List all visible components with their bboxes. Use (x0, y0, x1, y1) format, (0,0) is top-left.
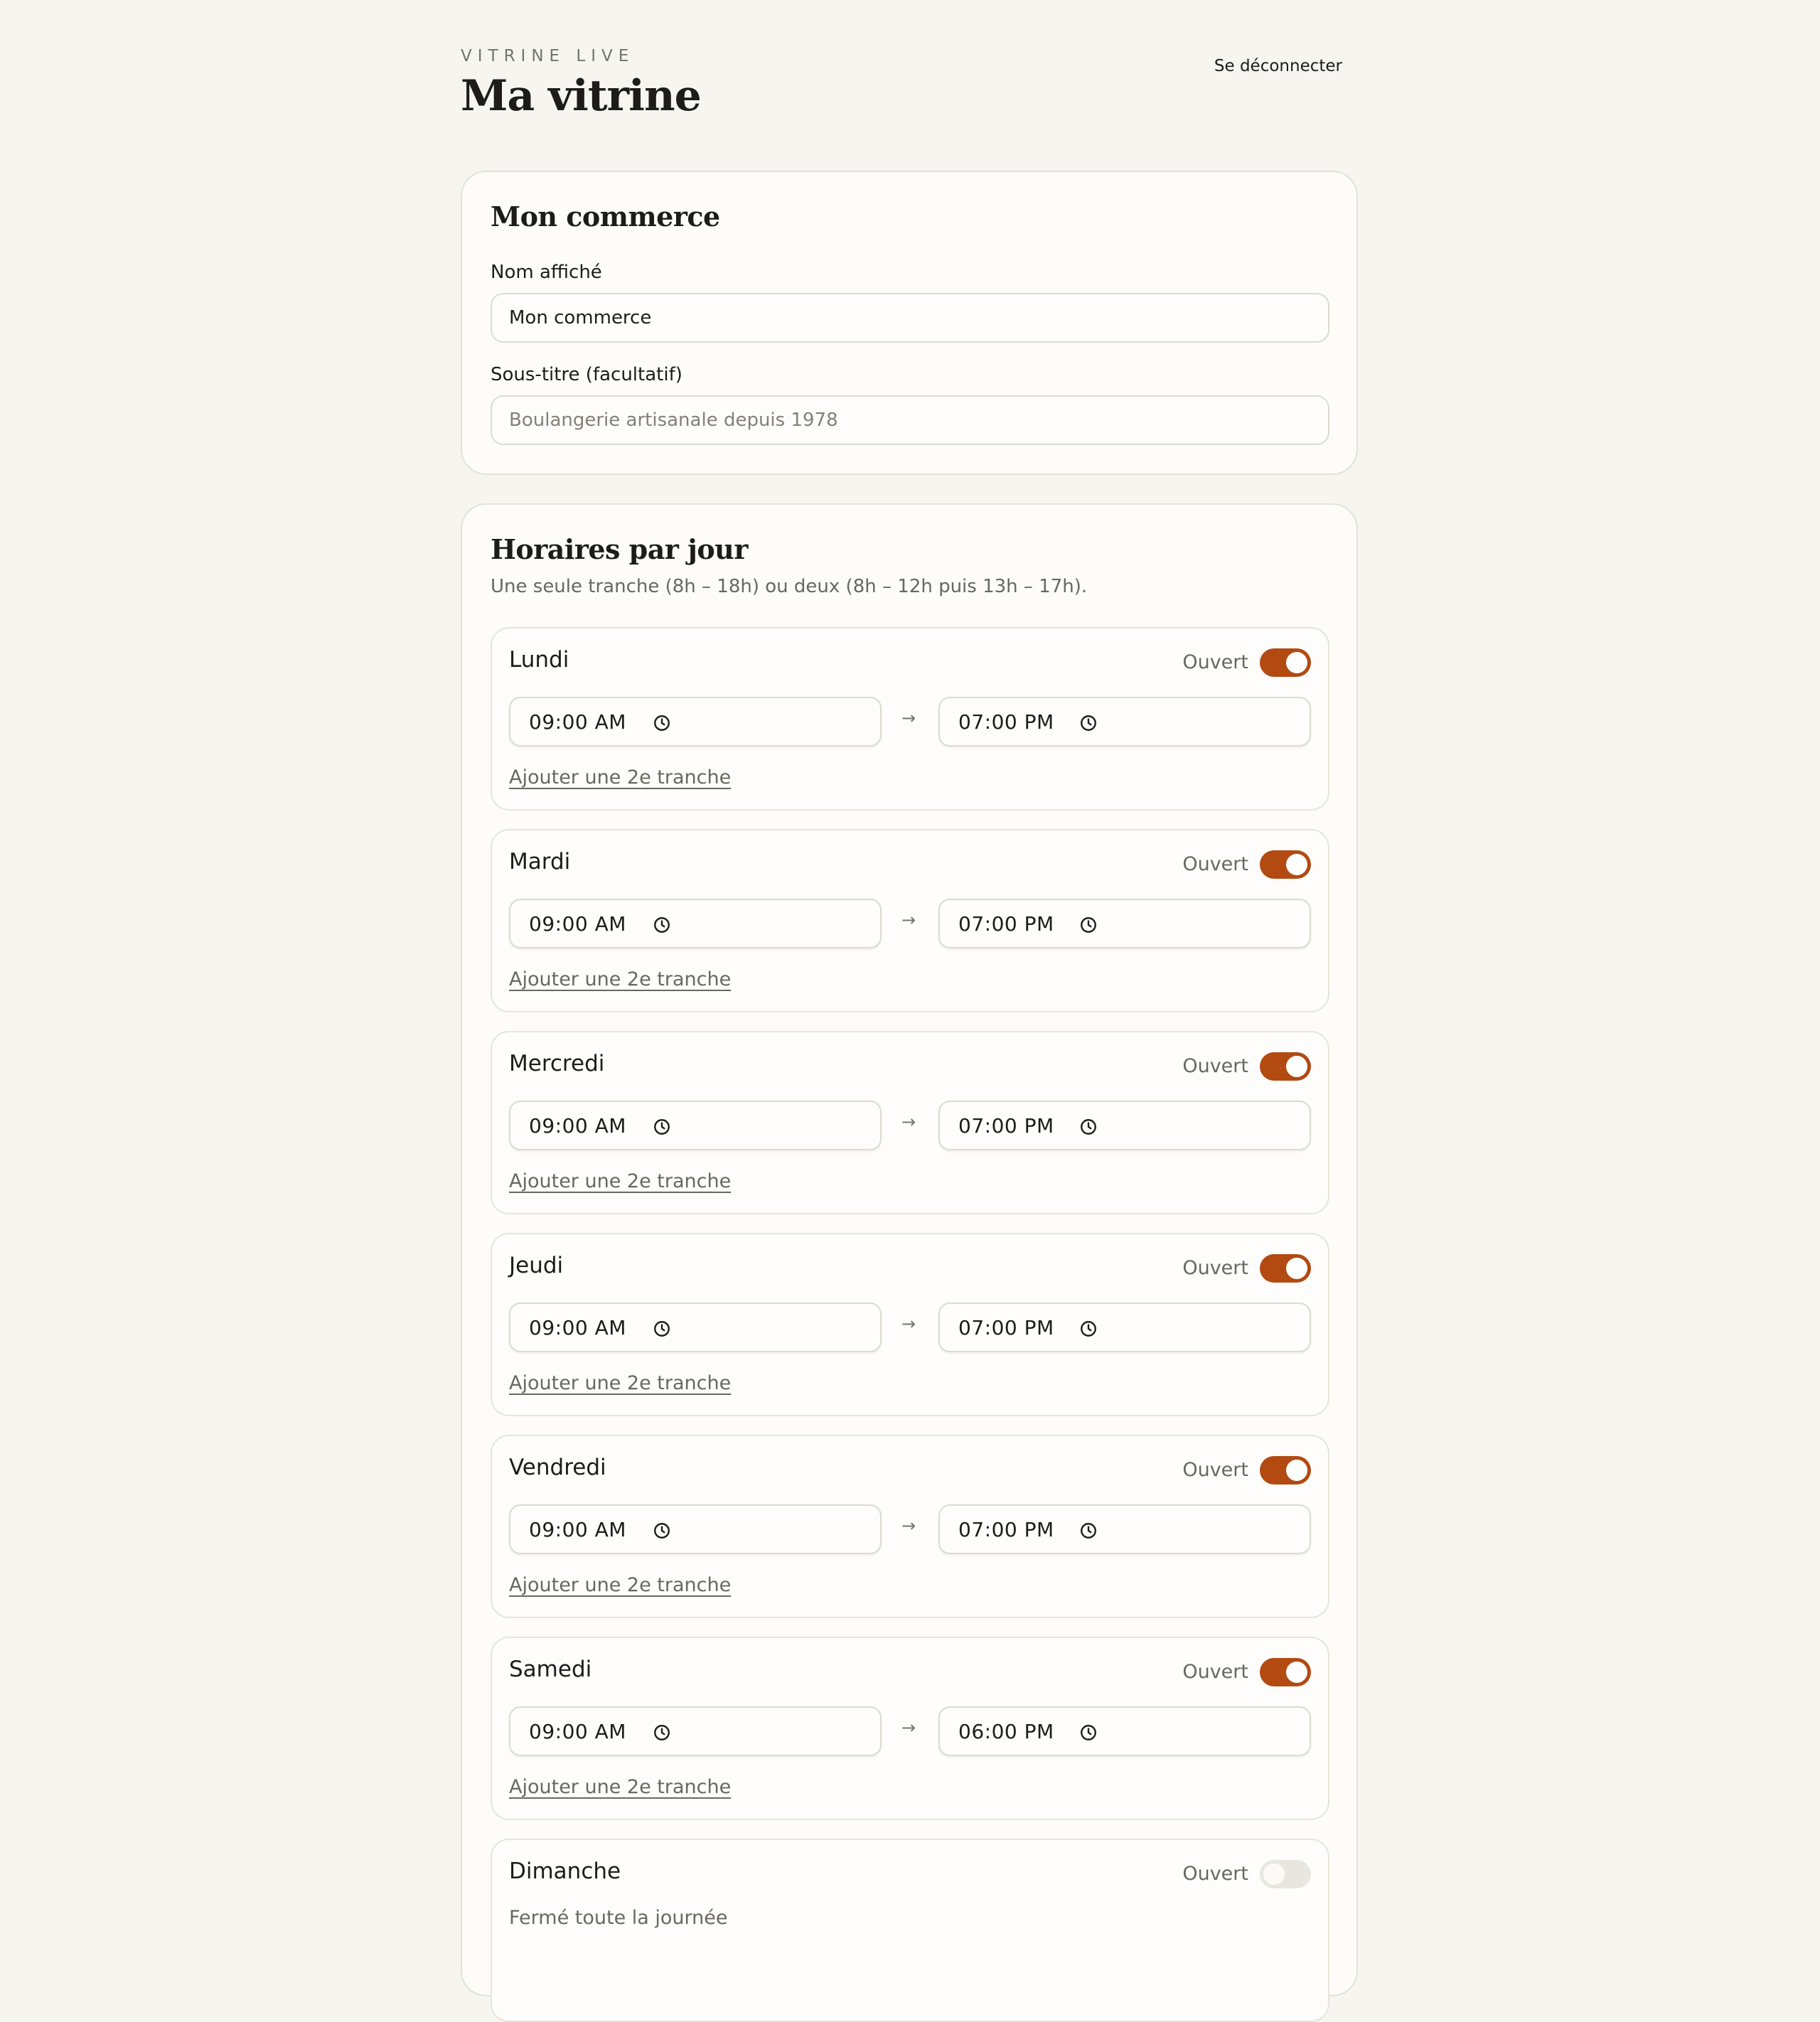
clock-icon[interactable] (653, 1521, 671, 1540)
open-label: Ouvert (1182, 1055, 1248, 1077)
hours-card-subtitle: Une seule tranche (8h – 18h) ou deux (8h… (491, 576, 1088, 597)
brand-label: VITRINE LIVE (461, 47, 635, 65)
add-second-slot-link-mardi[interactable]: Ajouter une 2e tranche (509, 968, 731, 990)
add-second-slot-link-vendredi[interactable]: Ajouter une 2e tranche (509, 1574, 731, 1596)
hours-card: Horaires par jour Une seule tranche (8h … (461, 503, 1358, 2022)
clock-icon[interactable] (653, 1320, 671, 1338)
hours-card-title: Horaires par jour (491, 533, 748, 565)
day-row-dimanche: Dimanche Ouvert Fermé toute la journée (491, 1839, 1329, 2022)
display-name-input[interactable] (491, 293, 1329, 343)
opening-time-input-vendredi[interactable]: 09:00 AM (509, 1504, 882, 1554)
day-name: Lundi (509, 647, 569, 673)
day-row-mercredi: Mercredi Ouvert 09:00 AM → 07:00 PM Ajouter u… (491, 1031, 1329, 1214)
display-name-label: Nom affiché (491, 262, 602, 283)
open-label: Ouvert (1182, 1459, 1248, 1481)
day-name: Mercredi (509, 1051, 605, 1076)
open-label: Ouvert (1182, 651, 1248, 673)
closing-time-input-mercredi[interactable]: 07:00 PM (938, 1101, 1311, 1150)
day-row-vendredi: Vendredi Ouvert 09:00 AM → 07:00 PM Ajouter u… (491, 1435, 1329, 1618)
open-label: Ouvert (1182, 853, 1248, 875)
toggle-knob (1286, 652, 1307, 673)
clock-icon[interactable] (653, 1723, 671, 1742)
arrow-right-icon: → (901, 1112, 916, 1132)
add-second-slot-link-lundi[interactable]: Ajouter une 2e tranche (509, 766, 731, 788)
add-second-slot-link-samedi[interactable]: Ajouter une 2e tranche (509, 1776, 731, 1798)
opening-time-value: 09:00 AM (529, 1518, 626, 1541)
clock-icon[interactable] (1079, 1118, 1098, 1136)
opening-time-value: 09:00 AM (529, 912, 626, 936)
toggle-knob (1263, 1863, 1285, 1885)
shop-card: Mon commerce Nom affiché Sous-titre (fac… (461, 171, 1358, 475)
clock-icon[interactable] (1079, 1521, 1098, 1540)
clock-icon[interactable] (1079, 714, 1098, 732)
closing-time-input-jeudi[interactable]: 07:00 PM (938, 1302, 1311, 1352)
add-second-slot-link-jeudi[interactable]: Ajouter une 2e tranche (509, 1372, 731, 1394)
page-title: Ma vitrine (461, 71, 702, 121)
clock-icon[interactable] (653, 714, 671, 732)
opening-time-value: 09:00 AM (529, 710, 626, 734)
clock-icon[interactable] (653, 1118, 671, 1136)
shop-card-title: Mon commerce (491, 200, 720, 232)
clock-icon[interactable] (1079, 1723, 1098, 1742)
opening-time-input-jeudi[interactable]: 09:00 AM (509, 1302, 882, 1352)
arrow-right-icon: → (901, 1314, 916, 1334)
clock-icon[interactable] (653, 916, 671, 934)
logout-link[interactable]: Se déconnecter (1214, 57, 1342, 75)
day-name: Dimanche (509, 1858, 621, 1884)
add-second-slot-link-mercredi[interactable]: Ajouter une 2e tranche (509, 1170, 731, 1192)
open-label: Ouvert (1182, 1661, 1248, 1683)
closing-time-input-samedi[interactable]: 06:00 PM (938, 1706, 1311, 1756)
closing-time-input-lundi[interactable]: 07:00 PM (938, 697, 1311, 747)
closing-time-value: 07:00 PM (958, 1114, 1054, 1138)
arrow-right-icon: → (901, 708, 916, 728)
subtitle-input[interactable] (491, 395, 1329, 445)
closed-all-day-text: Fermé toute la journée (509, 1907, 728, 1929)
closing-time-value: 07:00 PM (958, 912, 1054, 936)
open-toggle-mardi[interactable] (1260, 850, 1311, 879)
open-toggle-samedi[interactable] (1260, 1658, 1311, 1686)
opening-time-input-mercredi[interactable]: 09:00 AM (509, 1101, 882, 1150)
day-name: Mardi (509, 849, 571, 874)
opening-time-value: 09:00 AM (529, 1114, 626, 1138)
open-label: Ouvert (1182, 1257, 1248, 1279)
arrow-right-icon: → (901, 910, 916, 930)
closing-time-value: 07:00 PM (958, 710, 1054, 734)
open-label: Ouvert (1182, 1863, 1248, 1885)
opening-time-input-samedi[interactable]: 09:00 AM (509, 1706, 882, 1756)
page-header: VITRINE LIVE Ma vitrine Se déconnecter (461, 0, 1359, 171)
opening-time-input-lundi[interactable]: 09:00 AM (509, 697, 882, 747)
closing-time-value: 06:00 PM (958, 1720, 1054, 1743)
closing-time-input-mardi[interactable]: 07:00 PM (938, 899, 1311, 948)
toggle-knob (1286, 1662, 1307, 1683)
day-row-jeudi: Jeudi Ouvert 09:00 AM → 07:00 PM Ajouter une … (491, 1233, 1329, 1416)
clock-icon[interactable] (1079, 1320, 1098, 1338)
opening-time-value: 09:00 AM (529, 1316, 626, 1339)
page: VITRINE LIVE Ma vitrine Se déconnecter M… (461, 0, 1359, 2022)
open-toggle-dimanche[interactable] (1260, 1860, 1311, 1888)
day-name: Samedi (509, 1657, 592, 1682)
day-row-mardi: Mardi Ouvert 09:00 AM → 07:00 PM Ajouter une … (491, 829, 1329, 1012)
closing-time-value: 07:00 PM (958, 1316, 1054, 1339)
opening-time-value: 09:00 AM (529, 1720, 626, 1743)
open-toggle-vendredi[interactable] (1260, 1456, 1311, 1485)
opening-time-input-mardi[interactable]: 09:00 AM (509, 899, 882, 948)
toggle-knob (1286, 1056, 1307, 1077)
arrow-right-icon: → (901, 1718, 916, 1738)
day-row-lundi: Lundi Ouvert 09:00 AM → 07:00 PM Ajouter une … (491, 627, 1329, 811)
clock-icon[interactable] (1079, 916, 1098, 934)
toggle-knob (1286, 1460, 1307, 1481)
open-toggle-lundi[interactable] (1260, 648, 1311, 677)
day-name: Vendredi (509, 1455, 606, 1480)
arrow-right-icon: → (901, 1516, 916, 1536)
open-toggle-mercredi[interactable] (1260, 1052, 1311, 1081)
subtitle-label: Sous-titre (facultatif) (491, 364, 682, 385)
toggle-knob (1286, 854, 1307, 875)
open-toggle-jeudi[interactable] (1260, 1254, 1311, 1283)
closing-time-input-vendredi[interactable]: 07:00 PM (938, 1504, 1311, 1554)
day-name: Jeudi (509, 1253, 564, 1278)
day-row-samedi: Samedi Ouvert 09:00 AM → 06:00 PM Ajouter une… (491, 1637, 1329, 1820)
closing-time-value: 07:00 PM (958, 1518, 1054, 1541)
toggle-knob (1286, 1258, 1307, 1279)
